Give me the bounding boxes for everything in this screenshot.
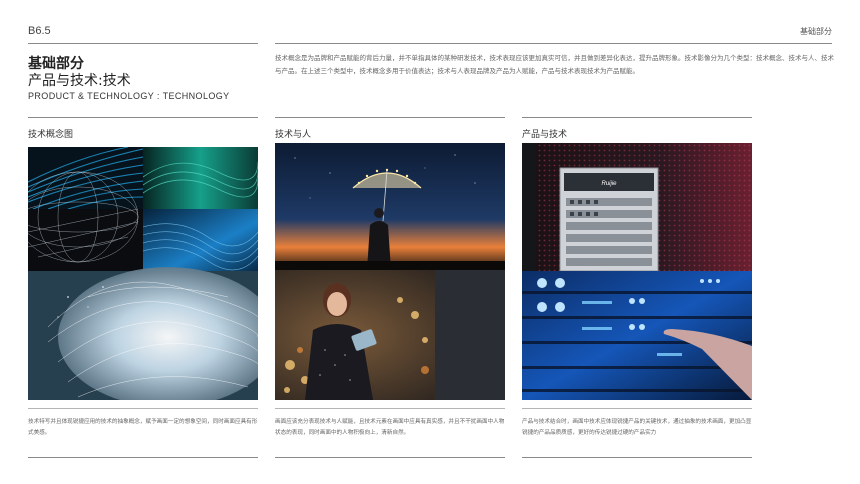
col1-top-rule (28, 117, 258, 118)
header-rule-right (275, 43, 832, 44)
col2-bottom-rule (275, 457, 505, 458)
product-server-touch-image (522, 271, 752, 400)
ruijie-logo-text: Ruijie (601, 181, 617, 187)
tech-people-tablet-image (275, 270, 505, 400)
header-rule-left (28, 43, 258, 44)
col1-bottom-rule (28, 457, 258, 458)
col2-top-rule (275, 117, 505, 118)
col1-caption-rule (28, 408, 258, 409)
col2-caption: 画面应该充分表现技术与人赋能，且技术元素在画面中应具有真实感，并且不干扰画面中人… (275, 419, 505, 436)
col1-caption: 技术特写并且体现锐捷应用的技术的抽象概念，赋予画面一定的想象空间，同时画面应具有… (28, 419, 258, 436)
product-switch-image: Ruijie (522, 143, 752, 271)
col1-title: 技术概念图 (28, 130, 74, 140)
col2-caption-rule (275, 408, 505, 409)
col3-bottom-rule (522, 457, 752, 458)
page-title-secondary: 产品与技术:技术 (28, 73, 131, 89)
col3-title: 产品与技术 (522, 130, 568, 140)
intro-paragraph: 技术概念是为品牌和产品赋能的背后力量，并不单指具体的某种研发技术，技术表现应该更… (275, 54, 834, 75)
col3-top-rule (522, 117, 752, 118)
page-code: B6.5 (28, 25, 51, 37)
page-title-english: PRODUCT & TECHNOLOGY : TECHNOLOGY (28, 91, 230, 101)
section-tag: 基础部分 (800, 27, 832, 36)
tech-people-umbrella-image (275, 143, 505, 270)
tech-concept-collage (28, 147, 258, 400)
col3-caption: 产品与技术结合时，画面中技术应体现锐捷产品的关键技术，通过抽象的技术画面，更加凸… (522, 419, 752, 436)
col3-caption-rule (522, 408, 752, 409)
col2-title: 技术与人 (275, 130, 312, 140)
